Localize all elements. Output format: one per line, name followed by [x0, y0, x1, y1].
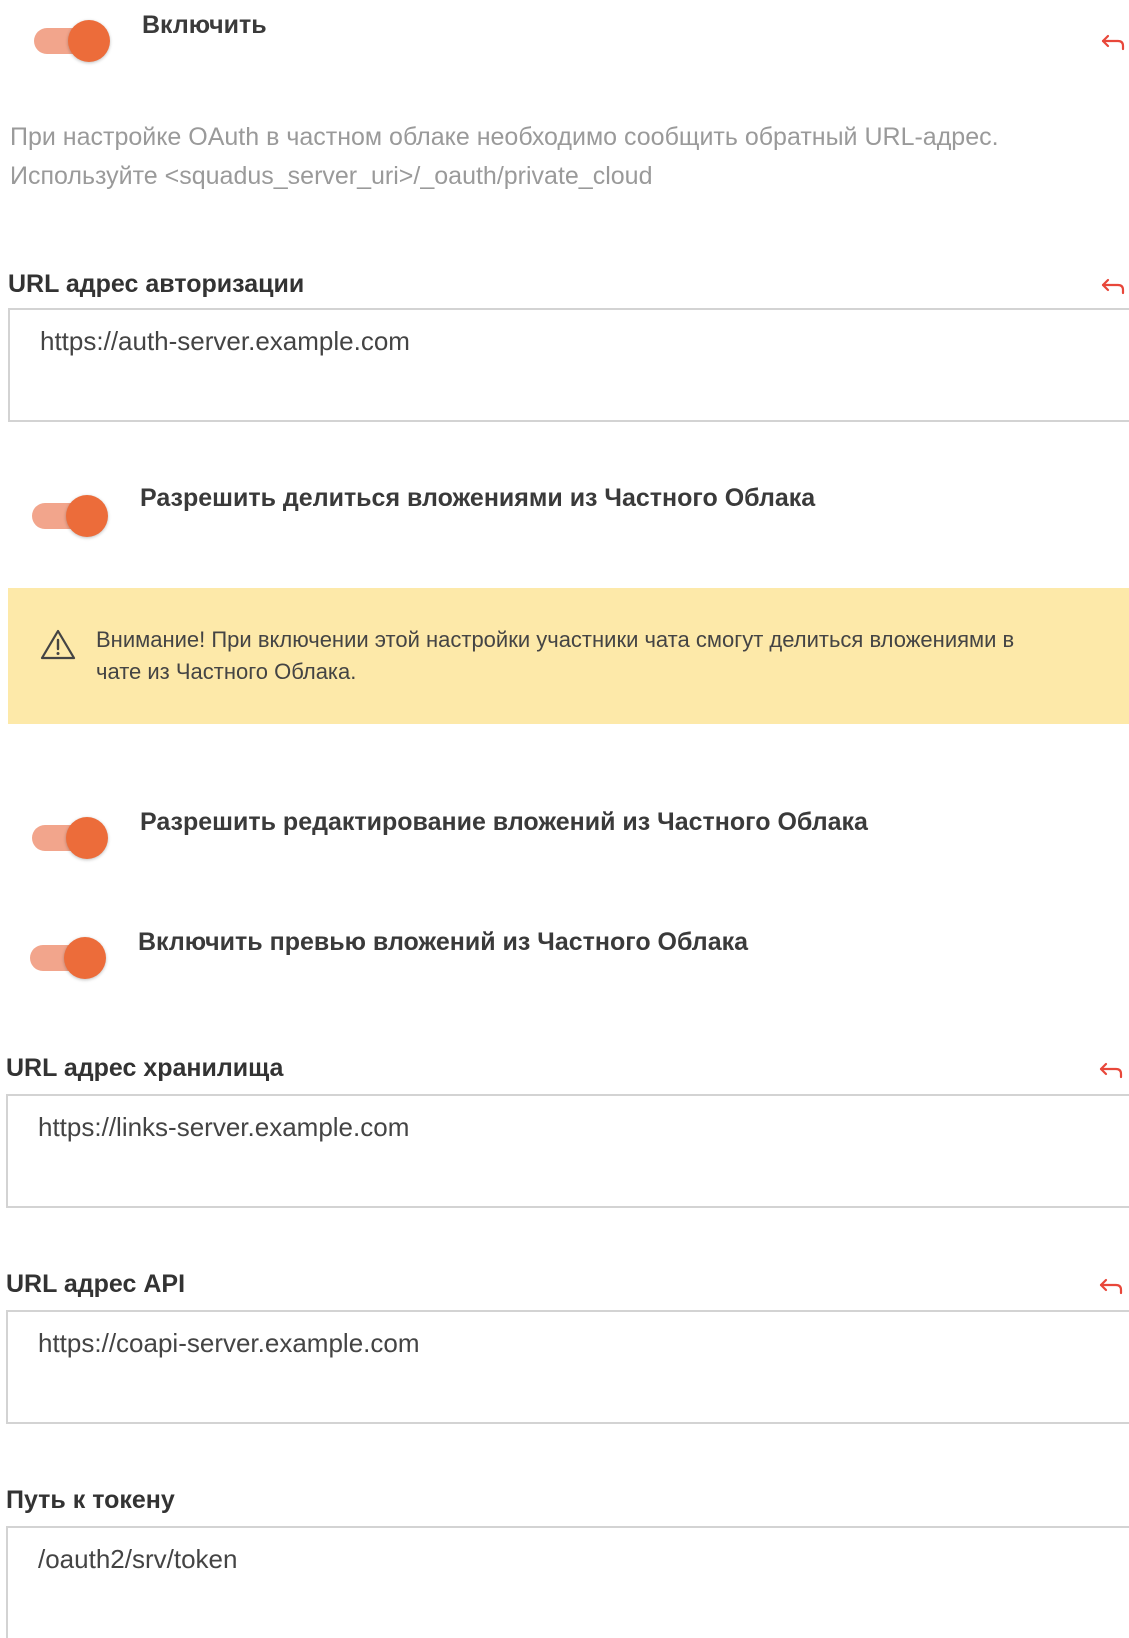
- undo-arrow-icon[interactable]: [1098, 1276, 1124, 1296]
- undo-arrow-icon[interactable]: [1100, 32, 1126, 52]
- token-path-field[interactable]: [6, 1526, 1129, 1638]
- preview-attachments-toggle[interactable]: [28, 935, 106, 979]
- edit-attachments-toggle[interactable]: [30, 815, 108, 859]
- storage-url-input[interactable]: [8, 1096, 1129, 1206]
- token-path-label: Путь к токену: [6, 1486, 175, 1514]
- enable-toggle[interactable]: [32, 18, 110, 62]
- enable-toggle-label: Включить: [142, 11, 267, 39]
- warning-triangle-icon: [40, 629, 76, 660]
- oauth-info-text: При настройке OAuth в частном облаке нео…: [10, 118, 999, 196]
- info-line-1: При настройке OAuth в частном облаке нео…: [10, 123, 999, 151]
- api-url-field[interactable]: [6, 1310, 1129, 1424]
- edit-attachments-label: Разрешить редактирование вложений из Час…: [140, 808, 868, 836]
- toggle-knob: [66, 817, 108, 859]
- auth-url-label: URL адрес авторизации: [8, 270, 305, 298]
- toggle-knob: [66, 495, 108, 537]
- info-line-2: Используйте <squadus_server_uri>/_oauth/…: [10, 162, 653, 190]
- warning-banner: Внимание! При включении этой настройки у…: [8, 588, 1129, 724]
- preview-attachments-label: Включить превью вложений из Частного Обл…: [138, 928, 749, 956]
- undo-arrow-icon[interactable]: [1098, 1060, 1124, 1080]
- toggle-knob: [64, 937, 106, 979]
- api-url-input[interactable]: [8, 1312, 1129, 1422]
- share-attachments-toggle[interactable]: [30, 493, 108, 537]
- auth-url-field[interactable]: [8, 308, 1129, 422]
- warning-text: Внимание! При включении этой настройки у…: [96, 627, 1015, 684]
- token-path-input[interactable]: [8, 1528, 1129, 1638]
- undo-arrow-icon[interactable]: [1100, 276, 1126, 296]
- storage-url-label: URL адрес хранилища: [6, 1054, 284, 1082]
- share-attachments-label: Разрешить делиться вложениями из Частног…: [140, 484, 816, 512]
- api-url-label: URL адрес API: [6, 1270, 186, 1298]
- storage-url-field[interactable]: [6, 1094, 1129, 1208]
- auth-url-input[interactable]: [10, 310, 1129, 420]
- toggle-knob: [68, 20, 110, 62]
